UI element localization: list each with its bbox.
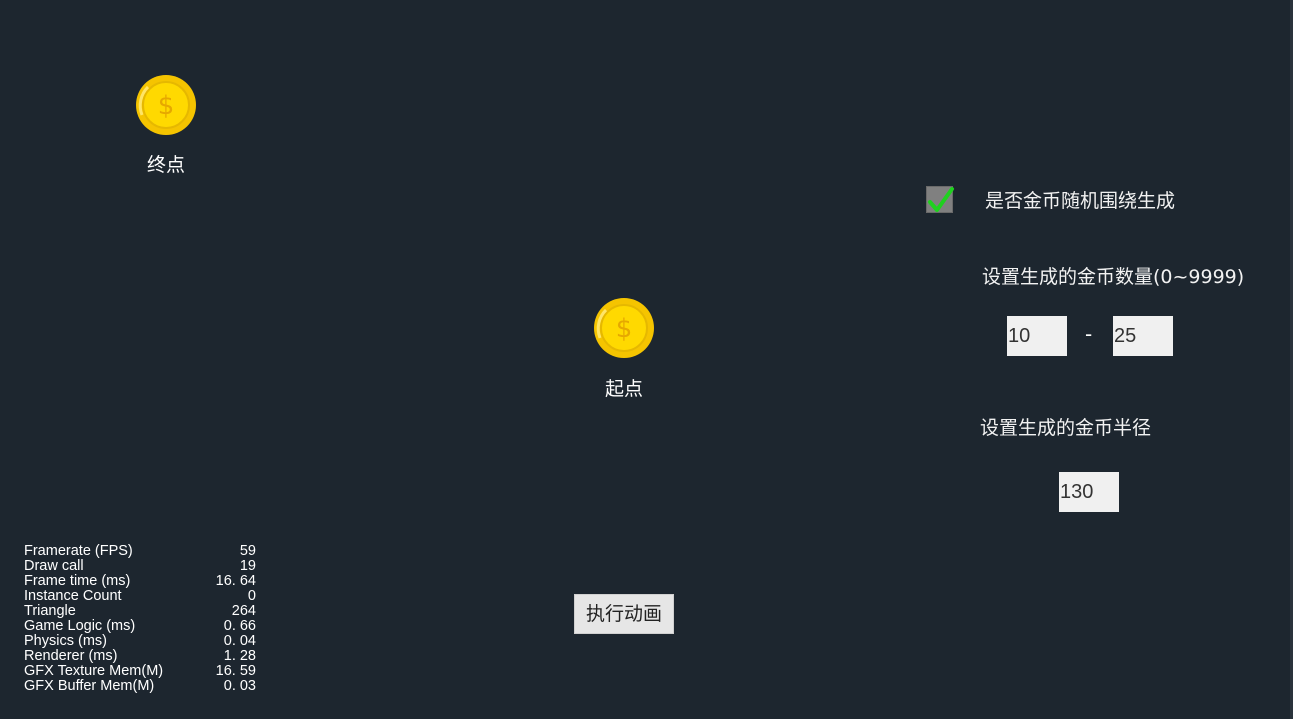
stat-row: GFX Buffer Mem(M) 0. 03 (24, 679, 256, 694)
stat-name: Game Logic (ms) (24, 618, 136, 634)
svg-text:$: $ (616, 314, 633, 344)
radius-input[interactable]: 130 (1059, 472, 1119, 512)
stat-name: Physics (ms) (24, 633, 107, 649)
svg-text:$: $ (158, 91, 175, 121)
stat-row: Draw call 19 (24, 559, 256, 574)
checkmark-icon (928, 187, 954, 212)
stat-name: Frame time (ms) (24, 573, 131, 589)
stat-value: 264 (231, 603, 256, 619)
stat-name: GFX Texture Mem(M) (24, 663, 164, 679)
stat-name: Draw call (24, 558, 84, 574)
end-coin-icon: $ (136, 75, 196, 135)
run-animation-button[interactable]: 执行动画 (574, 594, 674, 634)
radius-setting-label: 设置生成的金币半径 (980, 417, 1152, 439)
stat-name: Triangle (24, 603, 76, 619)
count-setting-label: 设置生成的金币数量(0~9999) (982, 266, 1245, 288)
random-around-label: 是否金币随机围绕生成 (985, 190, 1176, 212)
stat-row: Framerate (FPS) 59 (24, 544, 256, 559)
stat-name: Renderer (ms) (24, 648, 118, 664)
stat-row: Physics (ms) 0. 04 (24, 634, 256, 649)
random-around-checkbox[interactable] (926, 186, 954, 213)
stat-value: 0. 03 (223, 678, 256, 694)
game-canvas: $ 终点 $ 起点 是否金币随机围绕生成 设置生成的金币数量(0~9999) 1… (0, 0, 1293, 719)
stat-row: Instance Count 0 (24, 589, 256, 604)
stat-value: 0 (247, 588, 256, 604)
start-label: 起点 (604, 378, 644, 400)
stat-value: 0. 66 (223, 618, 256, 634)
stat-row: GFX Texture Mem(M) 16. 59 (24, 664, 256, 679)
stat-name: Instance Count (24, 588, 122, 604)
stat-row: Frame time (ms) 16. 64 (24, 574, 256, 589)
count-min-input[interactable]: 10 (1007, 316, 1067, 356)
count-range-separator: - (1085, 322, 1093, 346)
start-coin-icon: $ (594, 298, 654, 358)
stat-value: 19 (239, 558, 256, 574)
stat-value: 1. 28 (223, 648, 256, 664)
count-max-input[interactable]: 25 (1113, 316, 1173, 356)
profiler-stats-panel: Framerate (FPS) 59 Draw call 19 Frame time (… (24, 544, 256, 694)
stat-row: Triangle 264 (24, 604, 256, 619)
stat-row: Game Logic (ms) 0. 66 (24, 619, 256, 634)
stat-row: Renderer (ms) 1. 28 (24, 649, 256, 664)
stat-value: 59 (239, 543, 256, 559)
stat-value: 0. 04 (223, 633, 256, 649)
stat-name: GFX Buffer Mem(M) (24, 678, 155, 694)
stat-value: 16. 64 (215, 573, 256, 589)
stat-value: 16. 59 (215, 663, 256, 679)
end-label: 终点 (146, 154, 186, 176)
stat-name: Framerate (FPS) (24, 543, 133, 559)
